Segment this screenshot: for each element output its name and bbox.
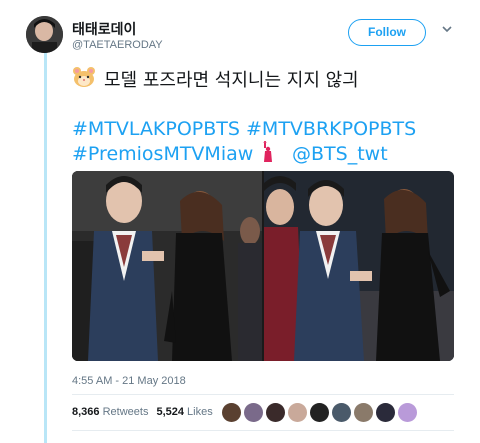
hashtag-premiosmtvmiaw[interactable]: #PremiosMTVMiaw bbox=[72, 143, 253, 165]
thread-line bbox=[44, 52, 47, 443]
hashtag-link[interactable]: #MTVLAKPOPBTS #MTVBRKPOPBTS bbox=[72, 118, 416, 140]
retweets-stat[interactable]: 8,366 Retweets bbox=[72, 406, 148, 418]
liker-avatar[interactable] bbox=[288, 403, 307, 422]
tweet-media[interactable] bbox=[72, 171, 454, 361]
liker-avatar[interactable] bbox=[244, 403, 263, 422]
liker-avatar[interactable] bbox=[310, 403, 329, 422]
divider bbox=[72, 430, 454, 431]
hamster-face-emoji bbox=[73, 67, 95, 87]
photo-right[interactable] bbox=[264, 171, 454, 361]
mention-bts-twt[interactable]: @BTS_twt bbox=[292, 143, 388, 165]
divider bbox=[72, 394, 454, 395]
photo-left[interactable] bbox=[72, 171, 262, 361]
retweets-count: 8,366 bbox=[72, 406, 100, 418]
hashtag-mtvlakpopbts[interactable]: #MTVLAKPOPBTS bbox=[72, 118, 240, 140]
user-handle[interactable]: @TAETAERODAY bbox=[72, 39, 163, 51]
likes-count: 5,524 bbox=[156, 406, 184, 418]
tweet-text: 모델 포즈라면 석지니는 지지 않긔 bbox=[104, 70, 359, 91]
statue-of-liberty-emoji bbox=[263, 141, 272, 162]
liker-avatar[interactable] bbox=[332, 403, 351, 422]
likes-stat[interactable]: 5,524 Likes bbox=[156, 406, 212, 418]
avatar[interactable] bbox=[26, 16, 63, 53]
liker-avatar[interactable] bbox=[354, 403, 373, 422]
likes-label: Likes bbox=[187, 406, 213, 418]
retweets-label: Retweets bbox=[102, 406, 149, 418]
liker-avatar[interactable] bbox=[376, 403, 395, 422]
tweet-stats: 8,366 Retweets 5,524 Likes bbox=[72, 406, 213, 418]
follow-button[interactable]: Follow bbox=[348, 19, 426, 46]
liker-avatar[interactable] bbox=[222, 403, 241, 422]
liker-avatar[interactable] bbox=[398, 403, 417, 422]
user-display-name[interactable]: 태태로데이 bbox=[72, 19, 136, 39]
chevron-down-icon[interactable] bbox=[442, 24, 452, 34]
hashtag-mtvbrkpopbts[interactable]: #MTVBRKPOPBTS bbox=[246, 118, 416, 140]
tweet-timestamp[interactable]: 4:55 AM - 21 May 2018 bbox=[72, 375, 186, 387]
liker-avatar[interactable] bbox=[266, 403, 285, 422]
